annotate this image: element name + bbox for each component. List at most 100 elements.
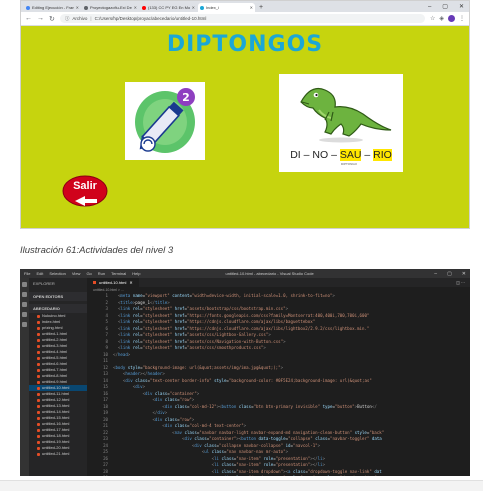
html-file-icon (37, 410, 40, 414)
forward-arrow-icon[interactable]: → (37, 15, 44, 22)
vscode-window: File Edit Selection View Go Run Terminal… (20, 269, 470, 476)
html-file-icon (37, 422, 40, 426)
page-viewport: DIPTONGOS 2 DI – NO – SAU – RIO DIPTONGO… (21, 26, 469, 228)
reload-icon[interactable]: ↻ (49, 15, 55, 23)
menu-item[interactable]: Edit (36, 271, 43, 276)
tab-favicon-icon (84, 5, 88, 10)
extensions-icon[interactable] (22, 322, 27, 327)
tab-close-icon[interactable]: ✕ (129, 280, 132, 285)
tab-close-icon[interactable]: ✕ (76, 5, 79, 10)
close-window-icon[interactable]: ✕ (459, 3, 464, 12)
minimize-icon[interactable]: – (434, 271, 437, 277)
line-number: 29 (87, 475, 113, 476)
tab-label: Editing Ejecución - Francisco101 (32, 5, 74, 10)
html-file-icon (37, 326, 40, 330)
menu-item[interactable]: Selection (49, 271, 65, 276)
explorer-file-label: untitled-21.html (42, 451, 70, 456)
address-scheme: Archivo (72, 16, 88, 21)
menu-dots-icon[interactable]: ⋮ (459, 15, 465, 22)
html-file-icon (37, 416, 40, 420)
explorer-icon[interactable] (22, 282, 27, 287)
code-editor[interactable]: 1 <meta name="viewport" content="width=d… (87, 293, 470, 476)
editor-tab-active[interactable]: untitled-10.html ✕ (87, 278, 139, 287)
syllable-1[interactable]: DI (290, 149, 301, 161)
menu-item[interactable]: Help (132, 271, 140, 276)
html-file-icon (37, 368, 40, 372)
code-text: </head> (113, 351, 131, 357)
pencil-image-card[interactable]: 2 (125, 82, 205, 160)
code-text: <div class="dropdown-menu" role="menu"><… (113, 475, 376, 476)
menu-item[interactable]: Terminal (111, 271, 126, 276)
maximize-icon[interactable]: ▢ (447, 271, 452, 277)
search-icon[interactable] (22, 292, 27, 297)
syllable-separator: – (303, 149, 310, 161)
html-file-icon (37, 314, 40, 318)
menu-item[interactable]: File (24, 271, 30, 276)
section-open-editors[interactable]: OPEN EDITORS (29, 292, 87, 301)
split-editor-icon[interactable]: ◫ ⋯ (456, 280, 470, 285)
extension-icon[interactable]: ◈ (439, 15, 444, 22)
tab-favicon-icon (200, 5, 204, 10)
minimize-icon[interactable]: – (428, 3, 431, 12)
explorer-title: EXPLORER (33, 281, 55, 286)
syllable-4-diphthong[interactable]: RIO (373, 149, 392, 161)
star-icon[interactable]: ☆ (430, 15, 435, 22)
syllable-3-diphthong[interactable]: SAU (339, 149, 362, 161)
file-list: Nukuino.html index.html prizing.html untitl… (29, 313, 87, 457)
menu-item[interactable]: Run (98, 271, 105, 276)
new-tab-icon[interactable]: + (259, 3, 263, 12)
html-file-icon (37, 380, 40, 384)
syllable-2[interactable]: NO (312, 149, 328, 161)
html-file-icon (37, 446, 40, 450)
window-controls: – ▢ ✕ (428, 3, 469, 12)
html-file-icon (37, 362, 40, 366)
section-abecedario[interactable]: ABECEDARIO (29, 304, 87, 313)
run-debug-icon[interactable] (22, 312, 27, 317)
tab-close-icon[interactable]: ✕ (134, 5, 137, 10)
source-control-icon[interactable] (22, 302, 27, 307)
maximize-icon[interactable]: ▢ (442, 3, 448, 12)
vscode-window-controls: – ▢ ✕ (434, 271, 466, 277)
exit-button-label: Salir (73, 180, 97, 192)
html-file-icon (37, 344, 40, 348)
browser-tab-1[interactable]: Editing Ejecución - Francisco101 ✕ (24, 3, 81, 12)
html-file-icon (37, 320, 40, 324)
vscode-menu-bar: File Edit Selection View Go Run Terminal… (24, 271, 140, 276)
dinosaur-card[interactable]: DI – NO – SAU – RIO DIPTONGO (279, 74, 403, 172)
syllable-separator: – (364, 149, 371, 161)
page-title: DIPTONGOS (166, 32, 324, 57)
vscode-body: EXPLORER OPEN EDITORS ABECEDARIO Nukuino… (20, 278, 470, 476)
tab-close-icon[interactable]: ✕ (192, 5, 195, 10)
tab-close-icon[interactable]: ✕ (250, 5, 253, 10)
pencil-level-icon: 2 (135, 88, 195, 153)
address-path: C:/Users/hp/Desktop/proyac/abecedario/un… (94, 16, 207, 21)
toolbar-actions: ☆ ◈ ⋮ (430, 15, 465, 22)
back-arrow-icon[interactable]: ← (25, 15, 32, 22)
html-file-icon (37, 374, 40, 378)
browser-tab-4-active[interactable]: Index_i ✕ (198, 3, 255, 12)
browser-tab-2[interactable]: Proyectogazofiu-Exi Desarrollo ✕ (82, 3, 139, 12)
info-icon[interactable]: ⓘ (65, 16, 70, 22)
menu-item[interactable]: View (72, 271, 81, 276)
close-window-icon[interactable]: ✕ (462, 271, 466, 277)
browser-tab-3[interactable]: (133) CC PY EG En Montear ✕ (140, 3, 197, 12)
html-file-icon (37, 356, 40, 360)
figure-caption: Ilustración 61:Actividades del nivel 3 (20, 245, 174, 256)
html-file-icon (37, 350, 40, 354)
exit-button[interactable]: Salir (61, 174, 117, 210)
code-text: <div class="text-center border-info" sty… (122, 377, 372, 383)
address-bar[interactable]: ⓘ Archivo | C:/Users/hp/Desktop/proyac/a… (59, 14, 425, 23)
code-line[interactable]: 29 <div class="dropdown-menu" role="menu… (87, 475, 470, 476)
profile-avatar-icon[interactable] (448, 15, 455, 22)
vscode-window-title: untitled-10.html - abecedario - Visual S… (225, 271, 314, 276)
diphthong-caption: DIPTONGO (341, 162, 357, 166)
html-file-icon (37, 392, 40, 396)
tab-label: (133) CC PY EG En Montear (148, 5, 190, 10)
vscode-titlebar: File Edit Selection View Go Run Terminal… (20, 269, 470, 278)
html-file-icon (37, 404, 40, 408)
explorer-file-item[interactable]: untitled-21.html (29, 451, 87, 457)
svg-text:2: 2 (182, 91, 190, 104)
menu-item[interactable]: Go (86, 271, 91, 276)
html-file-icon (37, 428, 40, 432)
page-bottom-edge (0, 480, 483, 491)
